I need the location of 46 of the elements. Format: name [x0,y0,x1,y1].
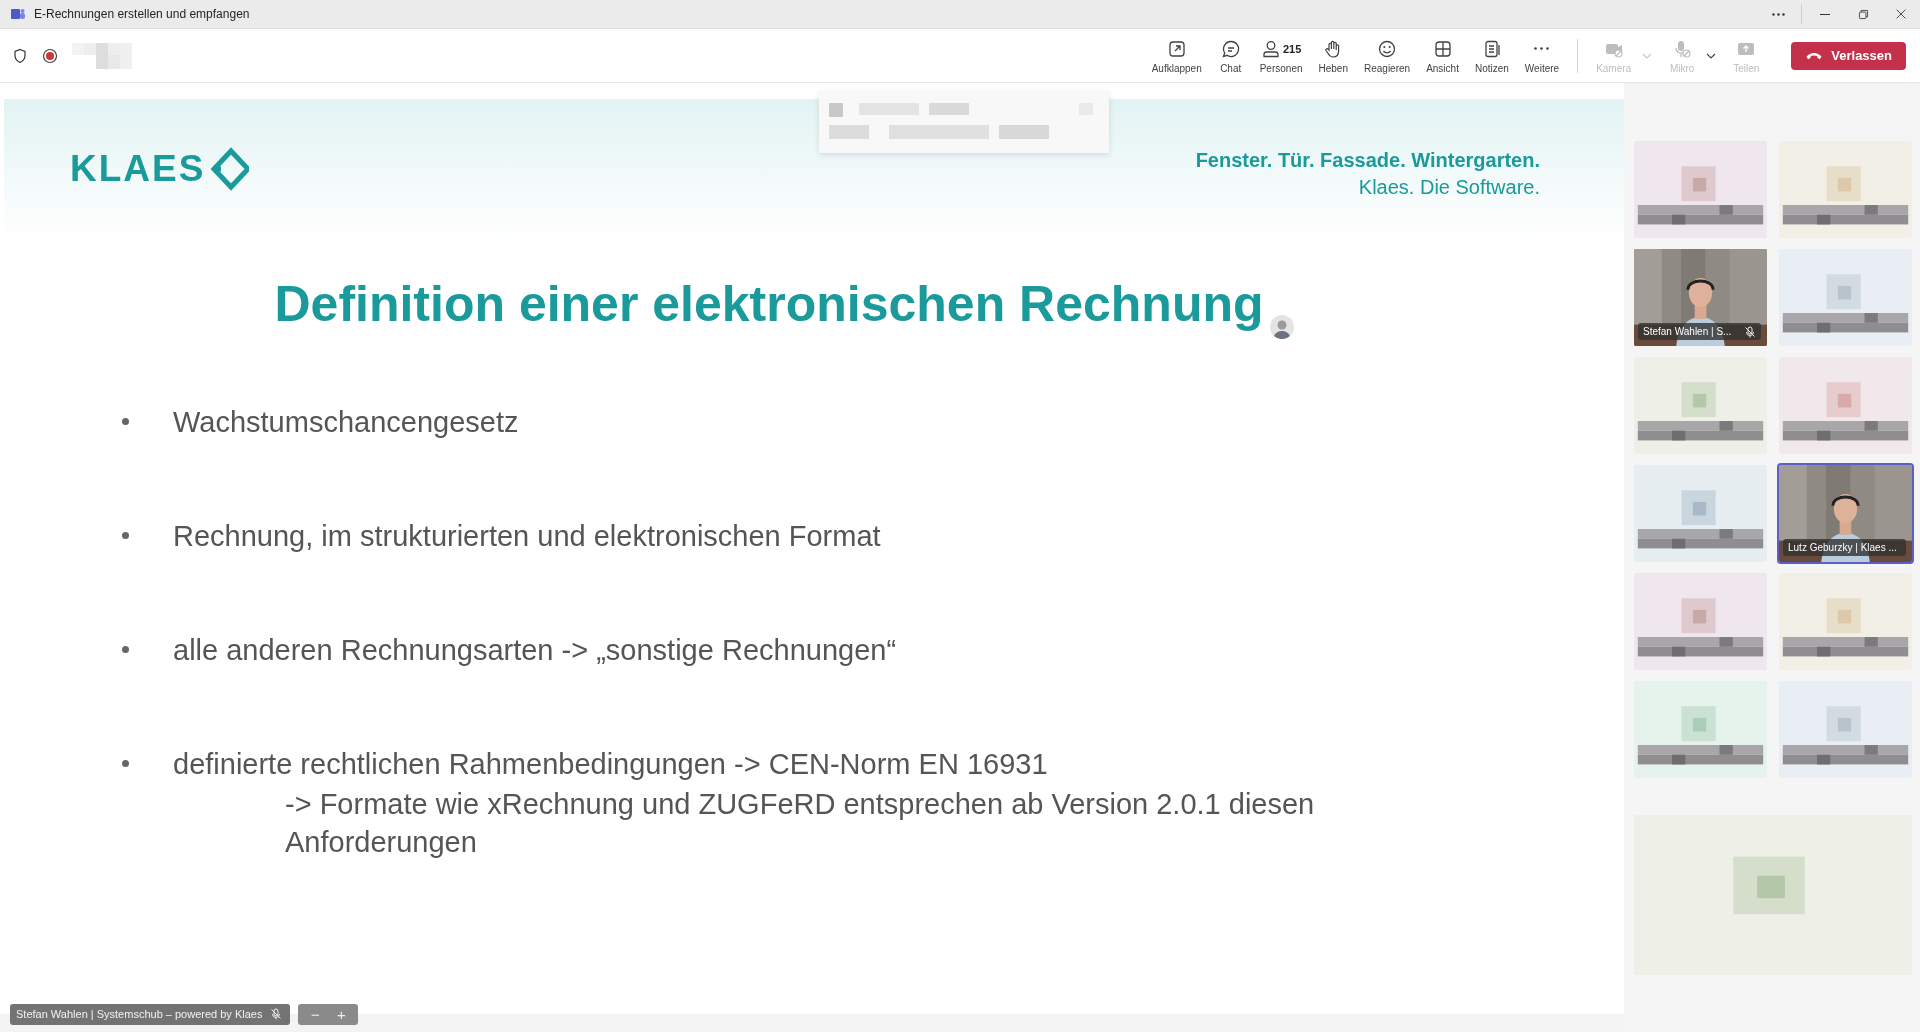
slide-title: Definition einer elektronischen Rechnung [274,275,1264,333]
toolbar-button[interactable]: Notizen [1466,37,1517,74]
hang-up-icon [1805,50,1824,61]
toolbar-button[interactable]: Reagieren [1356,37,1419,74]
chat-icon [1220,38,1241,59]
more-options-icon [1771,12,1785,16]
bullet-continuation: -> Formate wie xRechnung und ZUGFeRD entsprechen ab Version 2.0.1 diesen Anforderungen [285,787,1316,860]
people-icon [1260,38,1281,59]
shield-icon [12,47,28,64]
toolbar-button[interactable]: Ansicht [1418,37,1467,74]
bullet-dot-icon [122,532,129,539]
bullet-text: alle anderen Rechnungsarten -> „sonstige Rechnungen“ [173,633,897,668]
restore-icon [1856,7,1870,21]
participant-name: Stefan Wahlen | S... [1643,326,1732,337]
toolbar-button[interactable]: Heben [1310,37,1356,74]
smiley-icon [1377,38,1398,59]
window-title: E-Rechnungen erstellen und empfangen [34,7,250,21]
bullet-dot-icon [122,418,129,425]
close-icon [1894,7,1908,21]
app-logo-icon [10,6,26,22]
participant-tile[interactable]: Stefan Wahlen | S... [1632,247,1769,348]
bullet-dot-icon [122,646,129,653]
toolbar-button[interactable]: Aufklappen [1143,37,1210,74]
bullet-text: Wachstumschancengesetz [173,405,519,440]
toolbar-button[interactable]: Chat [1209,37,1252,74]
toolbar-button[interactable]: 215 Personen [1251,37,1311,74]
minimize-icon [1820,13,1830,15]
participant-tile[interactable]: Lutz Geburzky | Klaes ... [1777,463,1914,564]
recording-icon [42,47,58,64]
slide-subline: Klaes. Die Software. [1358,176,1540,199]
bullet-dot-icon [122,760,129,767]
avatar-icon [1269,315,1294,339]
toolbar-button[interactable]: Weitere [1516,37,1568,74]
mic-icon [1672,38,1693,59]
slide-tagline: Fenster. Tür. Fassade. Wintergarten. [1195,149,1540,172]
bullet-text: definierte rechtlichen Rahmenbedingungen -> CEN-Norm EN 16931 [173,747,1049,782]
grid-icon [1432,38,1453,59]
diamond-arrow-icon [209,147,250,191]
participant-count: 215 [1282,42,1302,55]
popout-icon [1166,38,1187,59]
leave-button[interactable]: Verlassen [1791,41,1906,70]
participant-name: Lutz Geburzky | Klaes ... [1788,542,1897,553]
bullet-text: Rechnung, im strukturierten und elektronischen Format [173,519,881,554]
brand-logo-text: KLAES [70,148,206,190]
more-options-icon [1534,47,1550,50]
presenter-name: Stefan Wahlen | Systemschub – powered by Klaes [16,1008,263,1020]
